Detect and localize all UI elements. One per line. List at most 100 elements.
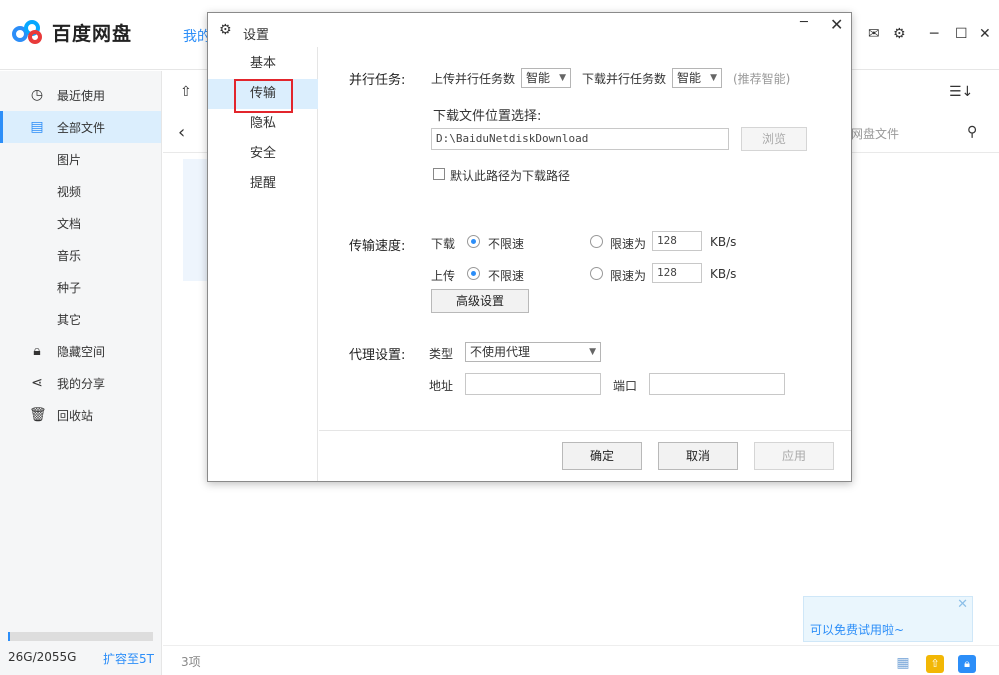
sidebar-item-documents[interactable]: 文档 (0, 207, 161, 239)
default-path-checkbox[interactable] (433, 168, 445, 180)
sidebar-item-label: 音乐 (57, 248, 82, 263)
ok-button[interactable]: 确定 (562, 442, 642, 470)
proxy-address-input[interactable] (465, 373, 601, 395)
gear-icon: ⚙ (219, 22, 232, 38)
sidebar-item-label: 全部文件 (57, 120, 106, 135)
settings-dialog: ⚙ 设置 ─ ✕ 基本 传输 隐私 安全 提醒 并行任务: 上传并行任务数 智能… (207, 12, 852, 482)
advanced-settings-button[interactable]: 高级设置 (431, 289, 529, 313)
lock-icon: 🔒︎ (33, 343, 41, 359)
sort-icon[interactable]: ☰↓ (949, 84, 973, 100)
cancel-button[interactable]: 取消 (658, 442, 738, 470)
upload-limit-radio[interactable] (590, 267, 603, 280)
share-icon: ⋖ (31, 375, 43, 391)
sidebar-item-label: 我的分享 (57, 376, 106, 391)
chevron-down-icon: ▼ (710, 73, 717, 83)
proxy-port-input[interactable] (649, 373, 785, 395)
proxy-type-label: 类型 (429, 347, 454, 361)
tab-security[interactable]: 安全 (208, 139, 318, 169)
upload-speed-label: 上传 (431, 269, 456, 283)
download-limit-radio[interactable] (590, 235, 603, 248)
download-parallel-select[interactable]: 智能 ▼ (672, 68, 722, 88)
proxy-address-label: 地址 (429, 379, 454, 393)
browse-button[interactable]: 浏览 (741, 127, 807, 151)
sidebar-item-label: 其它 (57, 312, 82, 327)
sidebar-item-recycle-bin[interactable]: 🗑︎ 回收站 (0, 399, 161, 431)
apply-button[interactable]: 应用 (754, 442, 834, 470)
sidebar-item-torrents[interactable]: 种子 (0, 271, 161, 303)
upload-unlimited-radio[interactable] (467, 267, 480, 280)
app-window: 百度网盘 我的 ✉ ⚙ ─ ☐ ✕ ◷ 最近使用 ▤ 全部文件 图片 视频 文档… (0, 0, 999, 675)
sidebar-item-label: 种子 (57, 280, 82, 295)
upload-limit-label: 限速为 (610, 269, 647, 283)
chevron-down-icon: ▼ (589, 347, 596, 357)
sidebar-item-label: 隐藏空间 (57, 344, 106, 359)
sidebar-item-other[interactable]: 其它 (0, 303, 161, 335)
upload-limit-input[interactable]: 128 (652, 263, 702, 283)
download-unlimited-label: 不限速 (488, 237, 525, 251)
sidebar-item-my-share[interactable]: ⋖ 我的分享 (0, 367, 161, 399)
app-logo: 百度网盘 (12, 18, 132, 46)
settings-body: 并行任务: 上传并行任务数 智能 ▼ 下载并行任务数 智能 ▼ (推荐智能) 下载文… (319, 47, 851, 481)
close-icon[interactable]: ✕ (957, 597, 968, 612)
proxy-type-value: 不使用代理 (470, 345, 531, 359)
sidebar-item-label: 文档 (57, 216, 82, 231)
sidebar-item-label: 视频 (57, 184, 82, 199)
app-name: 百度网盘 (52, 22, 133, 45)
download-unlimited-radio[interactable] (467, 235, 480, 248)
download-path-input[interactable]: D:\BaiduNetdiskDownload (431, 128, 729, 150)
sidebar-item-label: 图片 (57, 152, 82, 167)
trash-icon: 🗑︎ (29, 407, 47, 423)
upload-parallel-select[interactable]: 智能 ▼ (521, 68, 571, 88)
settings-gear-icon[interactable]: ⚙ (893, 26, 906, 42)
upgrade-link[interactable]: 扩容至5T (103, 650, 154, 667)
dialog-title: 设置 (243, 28, 270, 43)
sidebar-item-recent[interactable]: ◷ 最近使用 (0, 79, 161, 111)
tab-reminder[interactable]: 提醒 (208, 169, 318, 199)
upload-icon[interactable]: ⇧ (180, 84, 192, 100)
upload-parallel-value: 智能 (526, 71, 551, 85)
proxy-type-select[interactable]: 不使用代理 ▼ (465, 342, 601, 362)
proxy-label: 代理设置: (349, 348, 406, 363)
minimize-icon[interactable]: ─ (800, 15, 808, 30)
baidu-cloud-logo-icon (12, 18, 46, 46)
close-icon[interactable]: ✕ (830, 15, 843, 34)
sidebar-item-images[interactable]: 图片 (0, 143, 161, 175)
download-parallel-label: 下载并行任务数 (582, 72, 667, 86)
promo-text[interactable]: 可以免费试用啦~ (810, 621, 904, 638)
dialog-title-bar: ⚙ 设置 ─ ✕ (208, 13, 851, 47)
sidebar: ◷ 最近使用 ▤ 全部文件 图片 视频 文档 音乐 种子 其它 🔒︎ 隐藏空间 (0, 71, 162, 675)
promo-toast[interactable]: 可以免费试用啦~ ✕ (803, 596, 973, 642)
search-icon[interactable]: ⚲ (967, 124, 977, 140)
file-card[interactable] (183, 159, 208, 281)
parallel-label: 并行任务: (349, 73, 406, 88)
download-limit-input[interactable]: 128 (652, 231, 702, 251)
tab-privacy[interactable]: 隐私 (208, 109, 318, 139)
sidebar-item-label: 回收站 (57, 408, 94, 423)
sidebar-item-videos[interactable]: 视频 (0, 175, 161, 207)
download-path-label: 下载文件位置选择: (433, 109, 542, 124)
download-unit-label: KB/s (710, 235, 737, 249)
parallel-hint: (推荐智能) (733, 72, 791, 86)
upload-unlimited-label: 不限速 (488, 269, 525, 283)
sidebar-item-hidden-space[interactable]: 🔒︎ 隐藏空间 (0, 335, 161, 367)
quota-bar (8, 632, 153, 641)
sidebar-item-music[interactable]: 音乐 (0, 239, 161, 271)
default-path-label: 默认此路径为下载路径 (450, 169, 571, 183)
search-input[interactable]: 网盘文件 (851, 125, 899, 142)
chevron-down-icon: ▼ (559, 73, 566, 83)
upload-unit-label: KB/s (710, 267, 737, 281)
clock-icon: ◷ (30, 87, 44, 103)
mail-icon[interactable]: ✉ (868, 26, 880, 42)
minimize-icon[interactable]: ─ (930, 26, 938, 42)
divider (319, 430, 851, 431)
back-arrow-icon[interactable]: ‹ (178, 122, 185, 143)
close-icon[interactable]: ✕ (979, 26, 991, 42)
tab-basic[interactable]: 基本 (208, 49, 318, 79)
proxy-port-label: 端口 (613, 379, 638, 393)
quota-text: 26G/2055G (8, 650, 77, 664)
highlight-box (234, 79, 293, 113)
maximize-icon[interactable]: ☐ (955, 26, 968, 42)
upload-parallel-label: 上传并行任务数 (431, 72, 516, 86)
sidebar-item-all-files[interactable]: ▤ 全部文件 (0, 111, 161, 143)
document-icon: ▤ (30, 119, 44, 135)
